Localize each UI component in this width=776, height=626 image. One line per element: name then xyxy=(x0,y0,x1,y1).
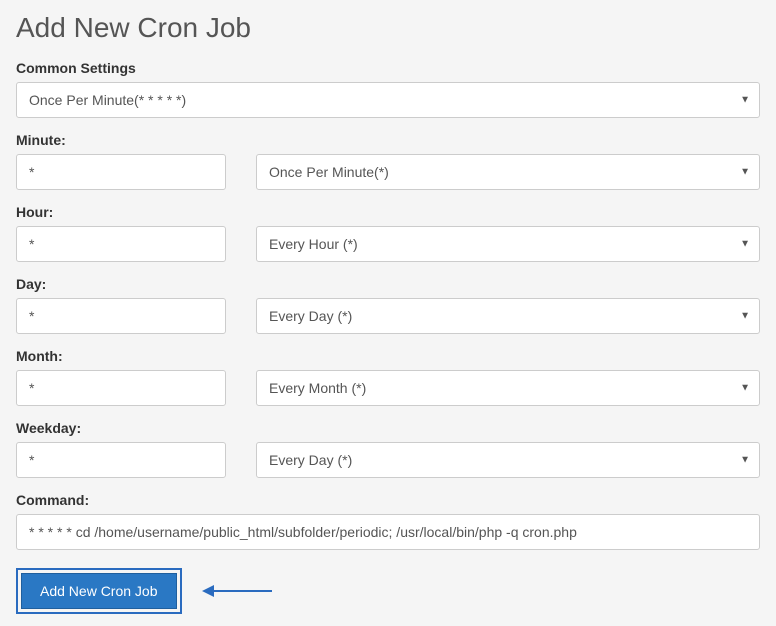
weekday-group: Weekday: Every Day (*) xyxy=(16,420,760,478)
minute-label: Minute: xyxy=(16,132,760,148)
weekday-input[interactable] xyxy=(16,442,226,478)
hour-select[interactable]: Every Hour (*) xyxy=(256,226,760,262)
month-select[interactable]: Every Month (*) xyxy=(256,370,760,406)
month-input[interactable] xyxy=(16,370,226,406)
submit-area: Add New Cron Job xyxy=(16,568,760,614)
day-input[interactable] xyxy=(16,298,226,334)
page-title: Add New Cron Job xyxy=(16,12,760,44)
common-settings-select[interactable]: Once Per Minute(* * * * *) xyxy=(16,82,760,118)
minute-group: Minute: Once Per Minute(*) xyxy=(16,132,760,190)
month-group: Month: Every Month (*) xyxy=(16,348,760,406)
minute-input[interactable] xyxy=(16,154,226,190)
weekday-select[interactable]: Every Day (*) xyxy=(256,442,760,478)
day-select[interactable]: Every Day (*) xyxy=(256,298,760,334)
common-settings-select-wrap: Once Per Minute(* * * * *) xyxy=(16,82,760,118)
hour-input[interactable] xyxy=(16,226,226,262)
command-input[interactable] xyxy=(16,514,760,550)
weekday-select-wrap: Every Day (*) xyxy=(256,442,760,478)
hour-label: Hour: xyxy=(16,204,760,220)
arrow-left-icon xyxy=(202,583,272,599)
submit-highlight: Add New Cron Job xyxy=(16,568,182,614)
common-settings-group: Common Settings Once Per Minute(* * * * … xyxy=(16,60,760,118)
hour-select-wrap: Every Hour (*) xyxy=(256,226,760,262)
day-group: Day: Every Day (*) xyxy=(16,276,760,334)
month-label: Month: xyxy=(16,348,760,364)
common-settings-label: Common Settings xyxy=(16,60,760,76)
day-select-wrap: Every Day (*) xyxy=(256,298,760,334)
hour-group: Hour: Every Hour (*) xyxy=(16,204,760,262)
day-label: Day: xyxy=(16,276,760,292)
month-select-wrap: Every Month (*) xyxy=(256,370,760,406)
minute-select-wrap: Once Per Minute(*) xyxy=(256,154,760,190)
command-group: Command: xyxy=(16,492,760,550)
command-label: Command: xyxy=(16,492,760,508)
add-cron-job-button[interactable]: Add New Cron Job xyxy=(21,573,177,609)
minute-select[interactable]: Once Per Minute(*) xyxy=(256,154,760,190)
weekday-label: Weekday: xyxy=(16,420,760,436)
